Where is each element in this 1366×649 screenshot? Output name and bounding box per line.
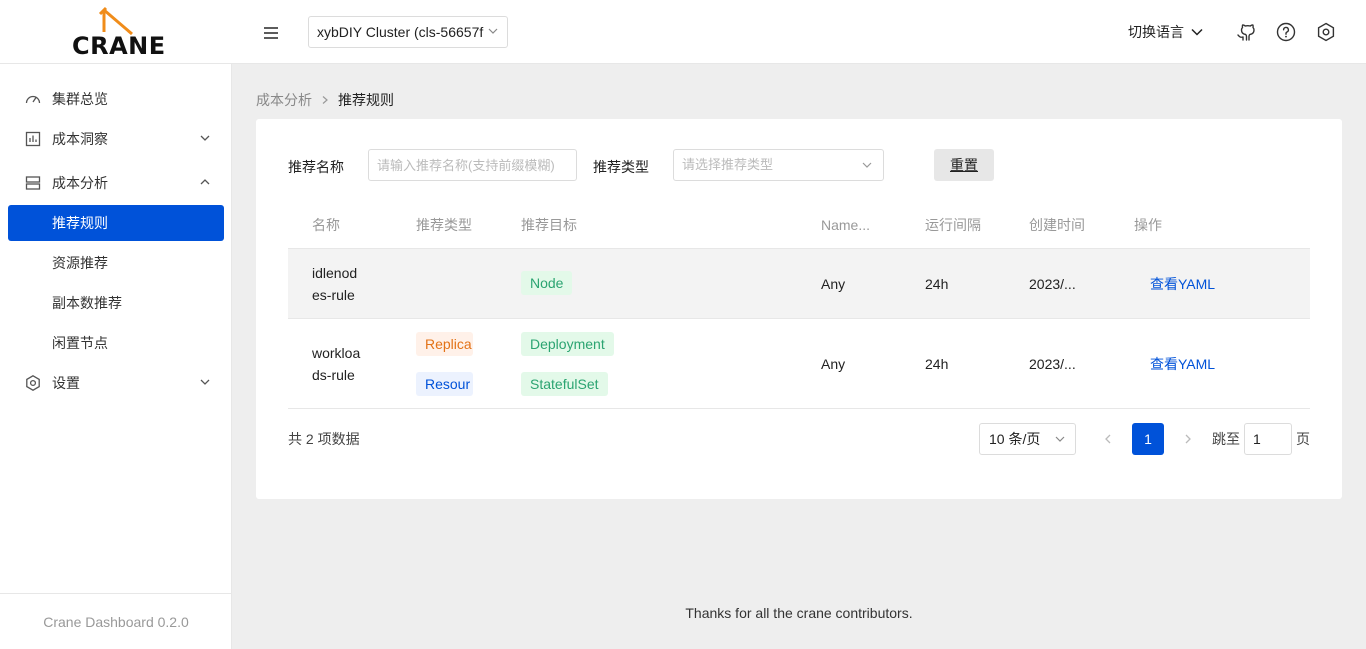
- sidebar-item-settings[interactable]: 设置: [8, 365, 224, 401]
- sidebar: 集群总览 成本洞察 成本分析 推荐规则 资源推荐 副本数推荐 闲置节点 设置 C…: [0, 64, 232, 649]
- sidebar-item-label: 副本数推荐: [52, 295, 122, 311]
- jump-page-input[interactable]: [1244, 423, 1292, 455]
- type-filter-label: 推荐类型: [593, 159, 649, 175]
- chevron-up-icon: [200, 179, 210, 185]
- server-icon: [25, 176, 41, 190]
- cluster-select[interactable]: xybDIY Cluster (cls-56657f: [308, 16, 508, 48]
- column-header-namespace: Name...: [821, 217, 871, 233]
- name-filter-label: 推荐名称: [288, 159, 344, 175]
- column-header-created: 创建时间: [1029, 217, 1085, 233]
- github-icon: [1237, 24, 1255, 41]
- prev-page-button[interactable]: [1100, 431, 1116, 447]
- sidebar-version: Crane Dashboard 0.2.0: [0, 593, 232, 649]
- name-filter-input[interactable]: [368, 149, 577, 181]
- created-cell: 2023/...: [1029, 276, 1076, 292]
- sidebar-item-replica-recommendation[interactable]: 副本数推荐: [8, 285, 224, 321]
- sidebar-item-resource-recommendation[interactable]: 资源推荐: [8, 245, 224, 281]
- column-header-interval: 运行间隔: [925, 217, 981, 233]
- sidebar-item-label: 闲置节点: [52, 335, 108, 351]
- chevron-left-icon: [1105, 434, 1111, 444]
- language-switch[interactable]: 切换语言: [1128, 20, 1204, 44]
- rule-name-cell: idlenod es-rule: [312, 262, 357, 306]
- target-tag: StatefulSet: [521, 372, 608, 396]
- sidebar-item-idle-nodes[interactable]: 闲置节点: [8, 325, 224, 361]
- reset-button[interactable]: 重置: [934, 149, 994, 181]
- chevron-down-icon: [862, 162, 872, 168]
- sidebar-item-label: 资源推荐: [52, 255, 108, 271]
- view-yaml-link[interactable]: 查看YAML: [1150, 273, 1215, 295]
- cluster-select-value: xybDIY Cluster (cls-56657f: [317, 24, 484, 40]
- rule-name-line: workloa: [312, 345, 361, 361]
- rule-name-cell: workloa ds-rule: [312, 342, 360, 386]
- chevron-down-icon: [200, 135, 210, 141]
- sidebar-item-cost-analysis[interactable]: 成本分析: [8, 165, 224, 201]
- menu-fold-button[interactable]: [258, 20, 284, 46]
- sidebar-item-cluster-overview[interactable]: 集群总览: [8, 81, 224, 117]
- page-number-current[interactable]: 1: [1132, 423, 1164, 455]
- sidebar-item-recommendation-rules[interactable]: 推荐规则: [8, 205, 224, 241]
- page-footer: Thanks for all the crane contributors.: [685, 605, 913, 621]
- language-label: 切换语言: [1128, 24, 1184, 40]
- top-header: CRANE xybDIY Cluster (cls-56657f 切换语言: [0, 0, 1366, 64]
- next-page-button[interactable]: [1180, 431, 1196, 447]
- column-header-type: 推荐类型: [416, 217, 472, 233]
- column-header-target: 推荐目标: [521, 217, 577, 233]
- namespace-cell: Any: [821, 356, 846, 372]
- target-tag: Node: [521, 271, 573, 295]
- help-button[interactable]: [1274, 20, 1298, 44]
- column-header-name: 名称: [312, 217, 340, 233]
- chart-bar-icon: [25, 131, 41, 147]
- jump-label: 跳至: [1212, 431, 1240, 447]
- chevron-down-icon: [200, 379, 210, 385]
- interval-cell: 24h: [925, 356, 949, 372]
- table-divider: [288, 318, 1310, 319]
- crane-logo[interactable]: CRANE: [70, 6, 165, 60]
- logo-text: CRANE: [72, 32, 166, 60]
- chevron-right-icon: [1185, 434, 1191, 444]
- chevron-right-icon: [322, 96, 328, 104]
- type-filter-placeholder: 请选择推荐类型: [682, 157, 774, 172]
- sidebar-item-label: 成本洞察: [52, 131, 108, 147]
- page-size-value: 10 条/页: [989, 431, 1041, 447]
- menu-fold-icon: [264, 27, 278, 39]
- target-tag: Deployment: [521, 332, 614, 356]
- help-circle-icon: [1276, 22, 1296, 42]
- table-divider: [288, 408, 1310, 409]
- sidebar-item-label: 推荐规则: [52, 215, 108, 231]
- type-filter-select[interactable]: 请选择推荐类型: [673, 149, 884, 181]
- created-cell: 2023/...: [1029, 356, 1076, 372]
- type-tag: Replica: [416, 332, 473, 356]
- namespace-cell: Any: [821, 276, 846, 292]
- settings-button[interactable]: [1314, 20, 1338, 44]
- sidebar-item-cost-insight[interactable]: 成本洞察: [8, 121, 224, 157]
- chevron-down-icon: [1191, 28, 1203, 36]
- sidebar-item-label: 成本分析: [52, 175, 108, 191]
- type-tag: Resour: [416, 372, 473, 396]
- breadcrumb: 成本分析 推荐规则: [256, 90, 394, 110]
- sidebar-item-label: 集群总览: [52, 91, 108, 107]
- sidebar-item-label: 设置: [52, 375, 80, 391]
- interval-cell: 24h: [925, 276, 949, 292]
- page-suffix: 页: [1296, 431, 1310, 447]
- breadcrumb-parent[interactable]: 成本分析: [256, 90, 312, 110]
- breadcrumb-current: 推荐规则: [338, 92, 394, 108]
- total-count: 共 2 项数据: [288, 431, 360, 447]
- view-yaml-link[interactable]: 查看YAML: [1150, 353, 1215, 375]
- chevron-down-icon: [1055, 436, 1065, 442]
- github-button[interactable]: [1234, 20, 1258, 44]
- rule-name-line: idlenod: [312, 265, 358, 281]
- chevron-down-icon: [488, 28, 498, 34]
- dashboard-icon: [25, 95, 41, 104]
- rule-name-line: ds-rule: [312, 367, 355, 383]
- column-header-action: 操作: [1134, 217, 1162, 233]
- settings-icon: [26, 375, 40, 391]
- page-size-select[interactable]: 10 条/页: [979, 423, 1076, 455]
- rule-name-line: es-rule: [312, 287, 355, 303]
- settings-icon: [1317, 22, 1335, 42]
